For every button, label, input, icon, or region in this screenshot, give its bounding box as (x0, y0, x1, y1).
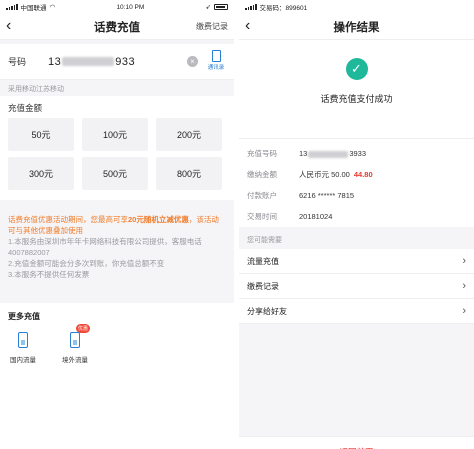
location-icon: ➶ (205, 4, 211, 11)
amount-original: 人民币元 50.00 (299, 170, 350, 179)
overseas-data-option[interactable]: 优惠 境外流量 (60, 324, 90, 364)
phone-prefix: 13 (299, 149, 308, 158)
amount-option-50[interactable]: 50元 (8, 118, 74, 151)
masked-digits (308, 150, 349, 158)
amount-option-500[interactable]: 500元 (82, 157, 148, 190)
detail-label: 缴纳金额 (247, 170, 277, 179)
nav-bar: ‹ 操作结果 (239, 14, 474, 40)
signal-icon (245, 4, 257, 10)
suggestions-title: 您可能需要 (239, 227, 474, 249)
carrier-info: 采用移动江苏移动 (0, 80, 234, 96)
back-icon[interactable]: ‹ (245, 18, 250, 34)
amount-paid: 44.80 (353, 170, 373, 179)
share-link[interactable]: 分享给好友 › (239, 299, 474, 324)
detail-row: 缴纳金额 人民币元 50.00 44.80 (247, 164, 466, 185)
payment-records-link[interactable]: 缴费记录 › (239, 274, 474, 299)
domestic-data-option[interactable]: 国内流量 (8, 332, 38, 364)
detail-value: 13 3933 (299, 149, 366, 158)
contacts-icon (211, 50, 221, 62)
detail-row: 充值号码 13 3933 (247, 143, 466, 164)
amount-option-800[interactable]: 800元 (156, 157, 222, 190)
promo-note: 话费充值优惠活动期间，您最高可享20元随机立减优惠，该活动可与其他优惠叠加使用 (8, 214, 226, 236)
chevron-right-icon: › (462, 305, 466, 317)
promo-highlight: 20元随机立减优惠 (128, 215, 189, 224)
service-notes: 话费充值优惠活动期间，您最高可享20元随机立减优惠，该活动可与其他优惠叠加使用 … (0, 200, 234, 303)
detail-value: 人民币元 50.00 44.80 (299, 169, 373, 180)
link-label: 分享给好友 (247, 306, 287, 316)
detail-label: 付款账户 (247, 191, 277, 200)
promo-text-a: 话费充值优惠活动期间，您最高可享 (8, 215, 128, 224)
payment-records-link[interactable]: 缴费记录 (196, 21, 228, 32)
clear-icon[interactable]: × (187, 56, 198, 67)
mobile-data-icon (70, 332, 80, 348)
mobile-data-icon (18, 332, 28, 348)
transaction-code: 交易码：899601 (259, 5, 308, 12)
link-label: 缴费记录 (247, 281, 279, 291)
payment-details: 充值号码 13 3933 缴纳金额 人民币元 50.00 44.80 付款账户 62… (239, 138, 474, 227)
signal-icon (6, 4, 18, 10)
note-line-2: 2.充值金额可能会分多次到账，你充值总额不变 (8, 259, 165, 268)
data-recharge-link[interactable]: 流量充值 › (239, 249, 474, 274)
detail-label: 充值号码 (247, 149, 277, 158)
amount-section-title: 充值金额 (0, 96, 234, 116)
amount-option-300[interactable]: 300元 (8, 157, 74, 190)
note-line-3: 3.本服务不提供任何发票 (8, 270, 90, 279)
phone-label: 号码 (8, 57, 27, 67)
recharge-screen: 中国联通 ◠ 10:10 PM ➶ ‹ 话费充值 缴费记录 号码 13 933 ×… (0, 0, 234, 449)
note-line-1: 1.本服务由深圳市年年卡网络科技有限公司提供，客服电话4007882007 (8, 237, 202, 257)
domestic-data-label: 国内流量 (10, 357, 36, 364)
result-status: 话费充值支付成功 (320, 94, 393, 104)
result-banner: ✓ 话费充值支付成功 (239, 58, 474, 138)
masked-digits (62, 57, 115, 67)
amount-options: 50元 100元 200元 300元 500元 800元 (0, 116, 234, 200)
result-screen: 交易码：899601 ‹ 操作结果 ✓ 话费充值支付成功 充值号码 13 3933… (239, 0, 474, 449)
detail-value: 6216 ****** 7815 (299, 191, 355, 200)
back-to-home-button[interactable]: 返回首页 (239, 436, 474, 449)
nav-bar: ‹ 话费充值 缴费记录 (0, 14, 234, 40)
success-check-icon: ✓ (345, 58, 368, 80)
phone-number-input[interactable]: 13 933 (48, 56, 135, 68)
carrier-name: 中国联通 (20, 5, 47, 12)
wifi-icon: ◠ (49, 4, 56, 11)
detail-row: 交易时间 20181024 (247, 206, 466, 227)
page-title: 话费充值 (94, 21, 140, 34)
status-time: 10:10 PM (116, 3, 145, 11)
suggestion-links: 流量充值 › 缴费记录 › 分享给好友 › (239, 249, 474, 324)
detail-value: 20181024 (299, 212, 333, 221)
status-bar: 交易码：899601 (239, 0, 474, 14)
contacts-button[interactable]: 通讯录 (204, 49, 228, 75)
overseas-data-label: 境外流量 (62, 357, 88, 364)
phone-number-field[interactable]: 号码 13 933 × 通讯录 (0, 44, 234, 80)
page-title: 操作结果 (333, 21, 380, 34)
more-recharge-section: 更多充值 国内流量 优惠 境外流量 (0, 303, 234, 449)
phone-suffix: 3933 (349, 149, 367, 158)
amount-option-100[interactable]: 100元 (82, 118, 148, 151)
empty-area (239, 324, 474, 436)
status-bar: 中国联通 ◠ 10:10 PM ➶ (0, 0, 234, 14)
battery-icon (213, 4, 228, 10)
chevron-right-icon: › (462, 280, 466, 292)
phone-prefix: 13 (48, 55, 62, 68)
contacts-label: 通讯录 (207, 65, 225, 71)
back-icon[interactable]: ‹ (6, 18, 11, 34)
detail-row: 付款账户 6216 ****** 7815 (247, 185, 466, 206)
chevron-right-icon: › (462, 255, 466, 267)
amount-option-200[interactable]: 200元 (156, 118, 222, 151)
phone-suffix: 933 (115, 55, 136, 68)
detail-label: 交易时间 (247, 212, 277, 221)
link-label: 流量充值 (247, 256, 279, 266)
more-recharge-title: 更多充值 (8, 312, 40, 321)
